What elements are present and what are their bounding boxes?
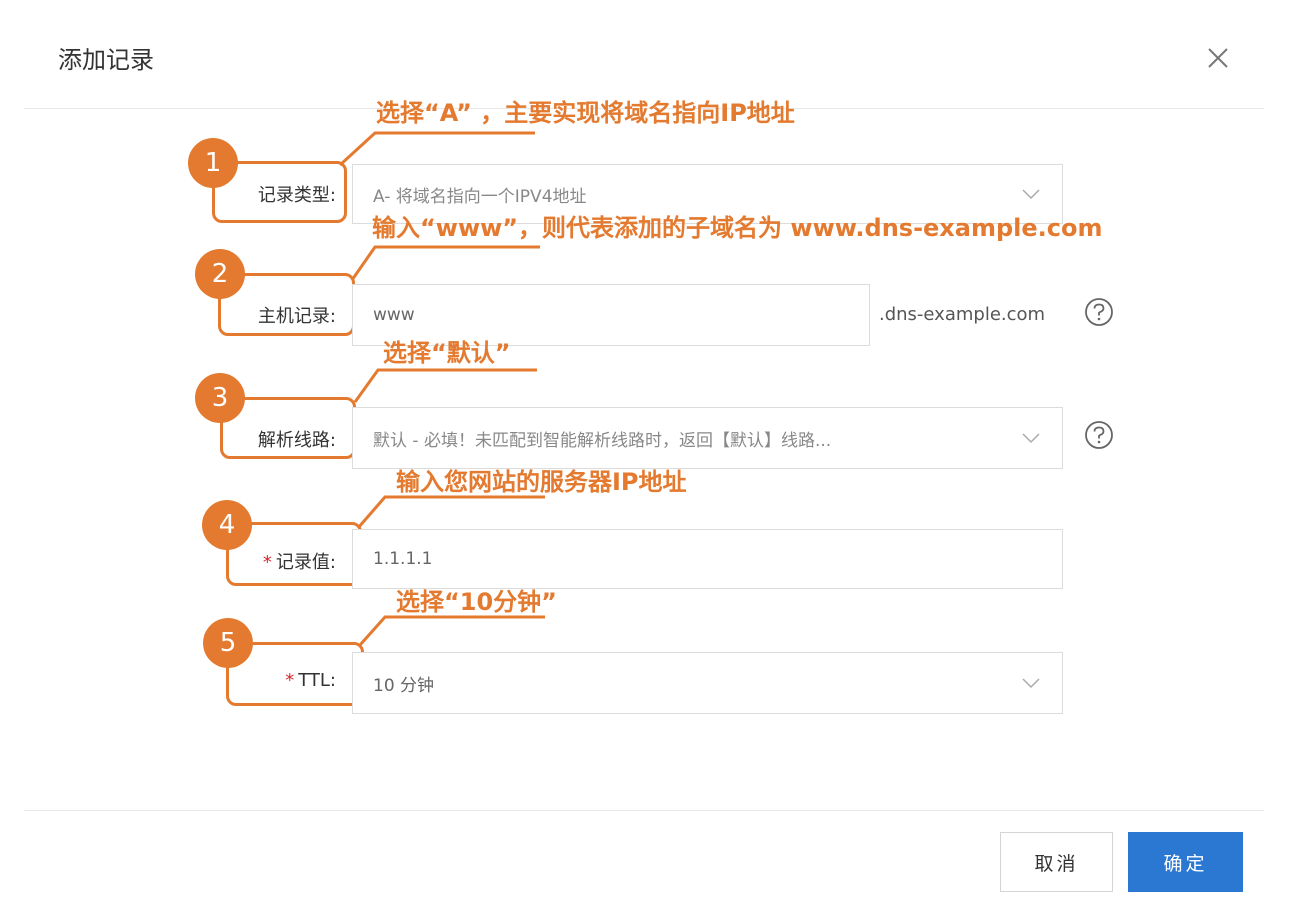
required-mark: *	[262, 552, 272, 573]
ttl-label: * TTL:	[285, 670, 336, 691]
help-icon[interactable]	[1084, 297, 1114, 327]
annotation-4-marker: 4	[202, 500, 252, 550]
ttl-value: 10 分钟	[373, 675, 435, 696]
annotation-2-text: 输入“www”，则代表添加的子域名为 www.dns-example.com	[372, 214, 1103, 242]
record-type-value: A- 将域名指向一个IPV4地址	[373, 186, 587, 207]
host-record-value: www	[373, 305, 415, 325]
resolve-line-value: 默认 - 必填！未匹配到智能解析线路时，返回【默认】线路...	[373, 430, 832, 451]
annotation-3-marker: 3	[195, 373, 245, 423]
confirm-button[interactable]: 确定	[1128, 832, 1243, 892]
chevron-down-icon	[1022, 678, 1040, 689]
chevron-down-icon	[1022, 433, 1040, 444]
record-value-label: * 记录值:	[262, 552, 336, 573]
help-icon[interactable]	[1084, 420, 1114, 450]
chevron-down-icon	[1022, 189, 1040, 200]
annotation-2-marker: 2	[195, 249, 245, 299]
annotation-5-text: 选择“10分钟”	[396, 588, 557, 616]
ttl-select[interactable]: 10 分钟	[352, 652, 1063, 714]
annotation-3-text: 选择“默认”	[383, 339, 511, 367]
host-record-label: 主机记录:	[257, 306, 336, 327]
record-type-label: 记录类型:	[257, 185, 336, 206]
resolve-line-select[interactable]: 默认 - 必填！未匹配到智能解析线路时，返回【默认】线路...	[352, 407, 1063, 469]
required-mark: *	[285, 670, 295, 691]
record-value-value: 1.1.1.1	[373, 549, 433, 569]
annotation-5-marker: 5	[203, 618, 253, 668]
resolve-line-label: 解析线路:	[257, 430, 336, 451]
annotation-1-text: 选择“A” ，主要实现将域名指向IP地址	[376, 99, 795, 127]
footer-divider	[24, 810, 1264, 811]
domain-suffix: .dns-example.com	[879, 304, 1046, 325]
record-value-input[interactable]: 1.1.1.1	[352, 529, 1063, 589]
cancel-button[interactable]: 取消	[1000, 832, 1113, 892]
annotation-4-text: 输入您网站的服务器IP地址	[396, 468, 687, 496]
